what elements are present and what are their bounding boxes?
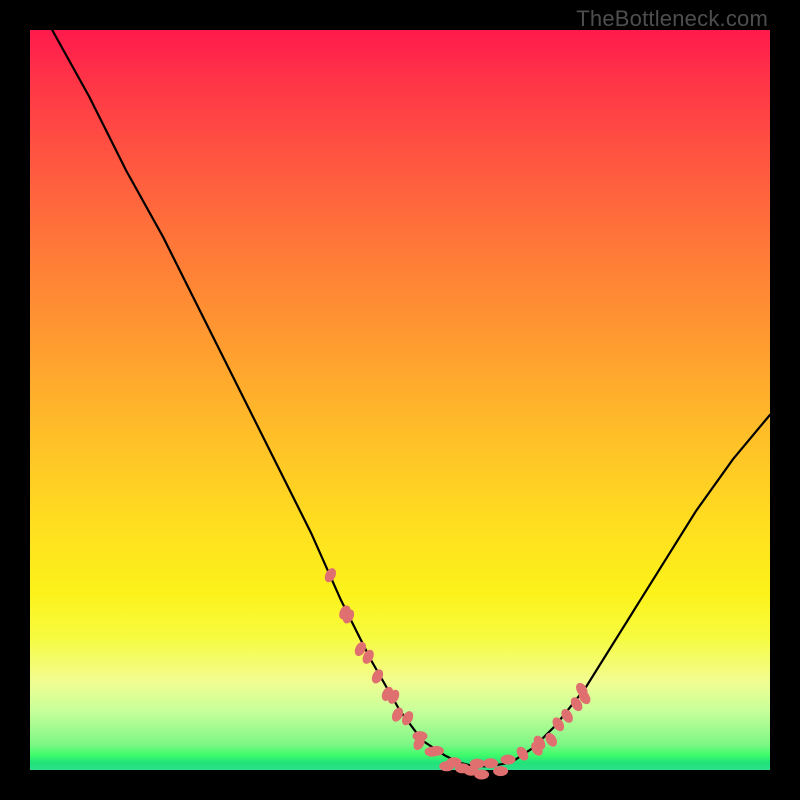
data-dot	[429, 746, 444, 756]
data-dot	[470, 759, 485, 769]
chart-svg	[0, 0, 800, 800]
data-dot	[322, 566, 338, 584]
bottleneck-curve	[52, 30, 770, 766]
dot-cluster-right	[514, 681, 593, 763]
data-dot	[483, 758, 498, 768]
dot-cluster-valley	[413, 731, 516, 779]
data-dot	[413, 731, 428, 741]
data-dot	[543, 731, 559, 749]
data-dot	[493, 766, 508, 776]
data-dot	[501, 755, 516, 765]
data-dot	[474, 770, 489, 780]
